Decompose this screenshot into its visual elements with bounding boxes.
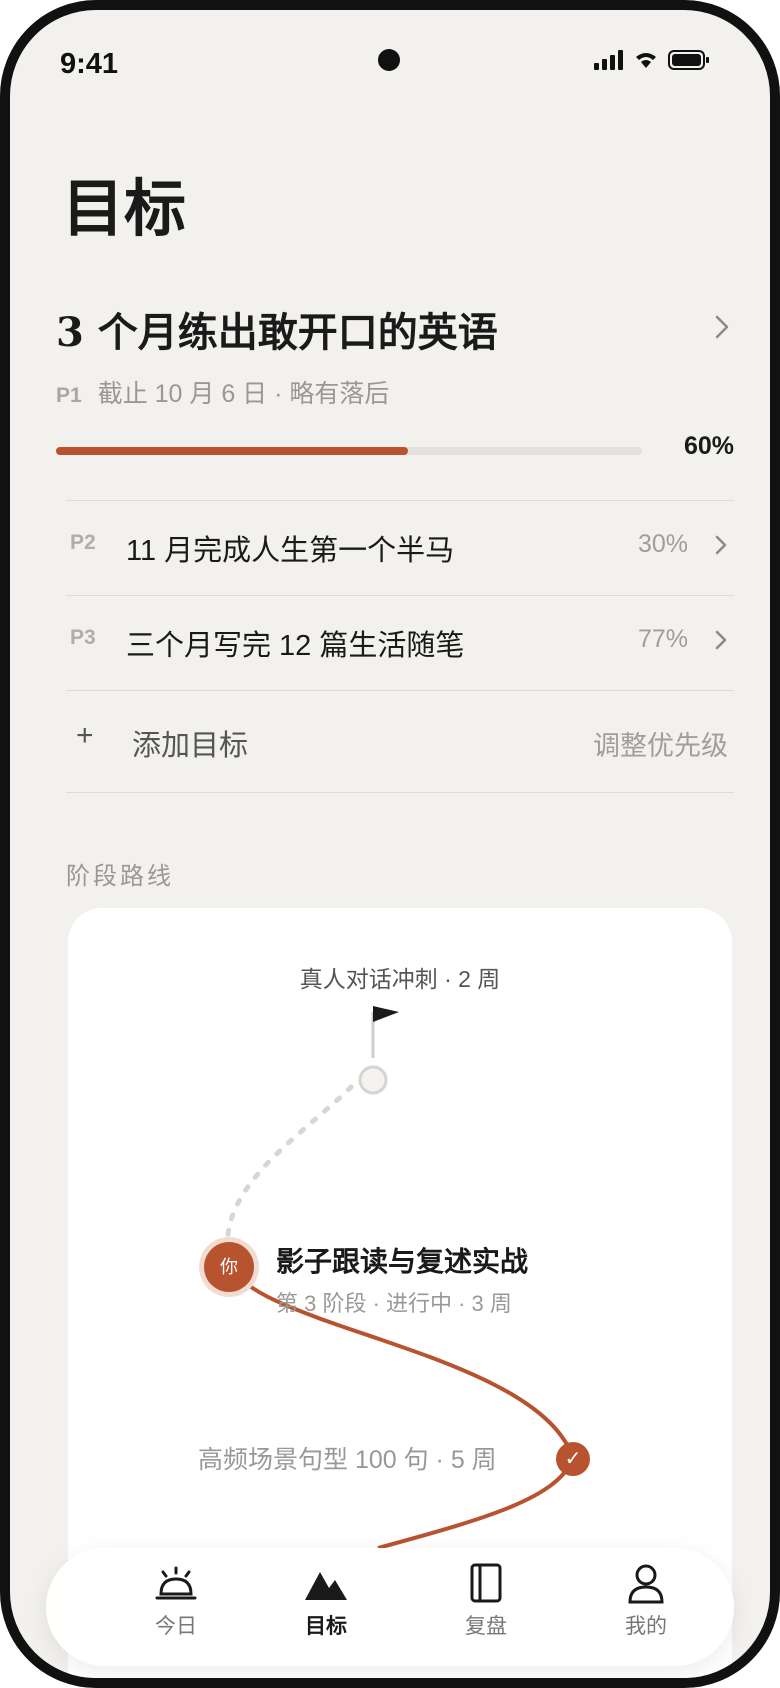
priority-tag: P2 xyxy=(70,531,96,554)
tab-label: 目标 xyxy=(305,1615,347,1638)
page-title: 目标 xyxy=(62,172,187,245)
mountain-icon xyxy=(256,1560,396,1606)
battery-icon xyxy=(668,50,710,75)
chevron-right-icon xyxy=(714,534,728,561)
book-icon xyxy=(416,1560,556,1606)
status-time: 9:41 xyxy=(60,48,119,80)
reorder-priority-button[interactable]: 调整优先级 xyxy=(593,724,728,763)
divider xyxy=(66,792,734,793)
chevron-right-icon xyxy=(714,314,730,345)
priority-tag: P1 xyxy=(56,384,82,407)
add-goal-row: + 添加目标 调整优先级 xyxy=(66,692,734,788)
current-stage-title[interactable]: 影子跟读与复述实战 xyxy=(276,1240,528,1280)
tab-review[interactable]: 复盘 xyxy=(416,1560,556,1656)
progress-fill xyxy=(56,447,408,455)
phone-screen: 9:41 目标 3 个月练出敢开口的英语 P1 截止 10 月 6 日 · 略有落… xyxy=(0,0,780,1688)
deadline-status: 截止 10 月 6 日 · 略有落后 xyxy=(97,380,390,408)
tab-today[interactable]: 今日 xyxy=(106,1560,246,1656)
goal-percent: 77% xyxy=(637,625,688,653)
primary-goal-title: 3 个月练出敢开口的英语 xyxy=(56,309,498,356)
tab-goals[interactable]: 目标 xyxy=(256,1560,396,1656)
section-label: 阶段路线 xyxy=(66,863,174,890)
priority-tag: P3 xyxy=(70,626,96,649)
tab-bar: 今日 目标 复盘 我的 xyxy=(46,1548,734,1666)
signal-icon xyxy=(594,50,624,75)
plus-icon[interactable]: + xyxy=(76,719,94,753)
goal-row[interactable]: P2 11 月完成人生第一个半马 30% xyxy=(66,500,734,594)
tab-me[interactable]: 我的 xyxy=(576,1560,716,1656)
primary-goal-meta: P1 截止 10 月 6 日 · 略有落后 xyxy=(56,374,389,410)
tab-label: 今日 xyxy=(155,1615,197,1638)
check-icon: ✓ xyxy=(556,1442,590,1476)
tab-label: 我的 xyxy=(625,1615,667,1638)
wifi-icon xyxy=(634,51,658,74)
status-icons xyxy=(594,50,710,75)
current-position-badge: 你 xyxy=(204,1242,254,1292)
chevron-right-icon xyxy=(714,629,728,656)
bell-icon xyxy=(106,1560,246,1606)
goal-percent: 30% xyxy=(637,530,688,558)
goal-name: 11 月完成人生第一个半马 xyxy=(126,535,455,567)
status-bar: 9:41 xyxy=(10,10,770,110)
goal-name: 三个月写完 12 篇生活随笔 xyxy=(126,630,465,662)
divider xyxy=(66,690,734,691)
progress-bar xyxy=(56,447,642,455)
completed-stage-label[interactable]: 高频场景句型 100 句 · 5 周 xyxy=(198,1440,497,1476)
add-goal-button[interactable]: 添加目标 xyxy=(132,722,248,764)
camera-cutout xyxy=(378,49,400,71)
current-stage-meta: 第 3 阶段 · 进行中 · 3 周 xyxy=(276,1291,512,1316)
progress-percent: 60% xyxy=(683,432,734,460)
person-icon xyxy=(576,1560,716,1606)
goal-row[interactable]: P3 三个月写完 12 篇生活随笔 77% xyxy=(66,595,734,689)
future-stage-label: 真人对话冲刺 · 2 周 xyxy=(299,966,501,992)
tab-label: 复盘 xyxy=(465,1615,507,1638)
